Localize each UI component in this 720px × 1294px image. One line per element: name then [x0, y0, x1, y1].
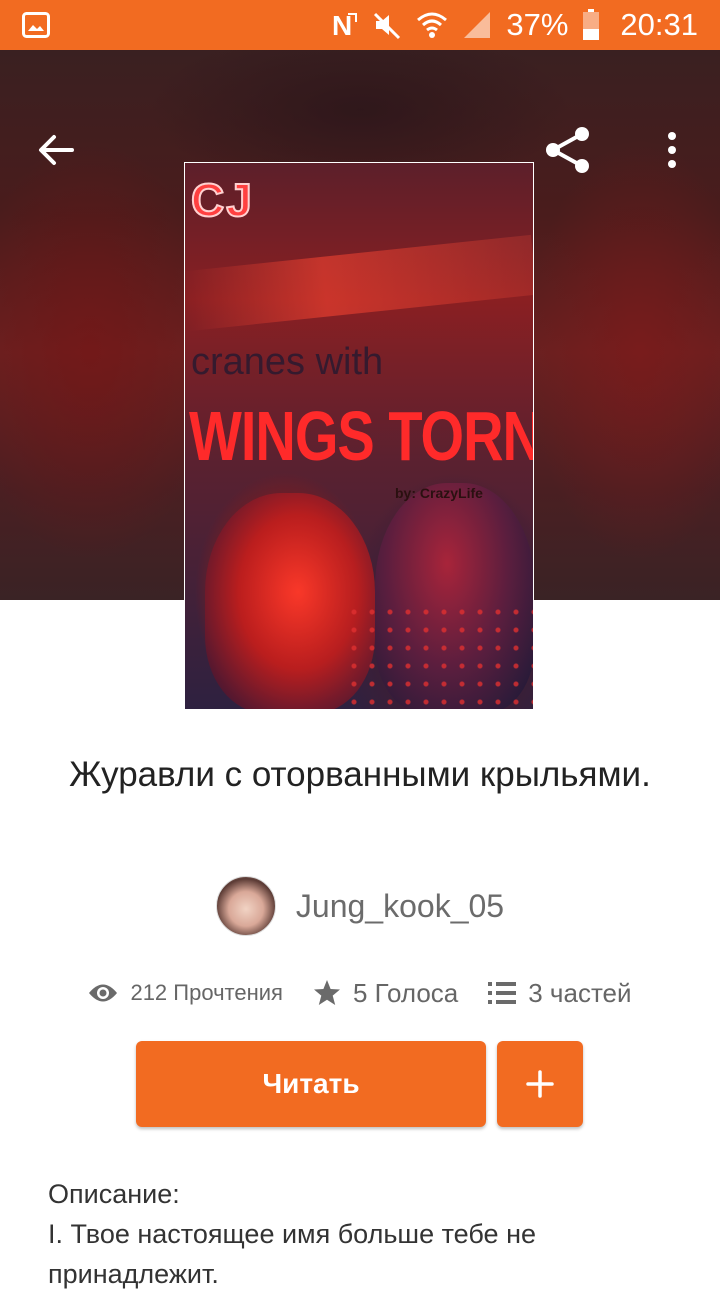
more-options-button[interactable]	[648, 126, 696, 174]
wifi-icon	[417, 12, 448, 38]
story-description: Описание: I. Твое настоящее имя больше т…	[48, 1174, 688, 1294]
eye-icon	[89, 984, 118, 1002]
list-icon	[488, 982, 517, 1004]
arrow-left-icon	[39, 135, 74, 165]
share-icon	[546, 127, 589, 173]
reads-stat: 212 Прочтения	[88, 980, 283, 1006]
star-icon	[313, 980, 340, 1005]
more-vert-icon	[668, 132, 676, 168]
description-text-line: I. Твое настоящее имя больше тебе не	[48, 1219, 536, 1249]
reads-count: 212 Прочтения	[130, 980, 283, 1005]
read-button-label: Читать	[262, 1068, 360, 1099]
plus-icon	[526, 1070, 554, 1098]
story-title: Журавли с оторванными крыльями.	[69, 755, 651, 794]
cover-byline: by: CrazyLife	[395, 485, 483, 501]
story-stats: 212 Прочтения 5 Голоса 3 частей	[0, 970, 720, 1016]
clock: 20:31	[620, 7, 698, 42]
mute-icon	[374, 12, 401, 40]
description-text-line: принадлежит.	[48, 1259, 219, 1289]
avatar[interactable]	[215, 876, 276, 936]
cover-logo-text: CJ	[190, 173, 254, 227]
add-to-library-button[interactable]	[497, 1041, 583, 1127]
signal-icon	[464, 12, 491, 38]
cover-subtitle: cranes with	[191, 341, 384, 383]
author-name[interactable]: Jung_kook_05	[296, 888, 504, 925]
nfc-icon: N	[332, 10, 358, 40]
battery-percent: 37%	[506, 7, 569, 42]
book-cover[interactable]: CJ cranes with WINGS TORN OFF by: CrazyL…	[184, 162, 534, 710]
author-row[interactable]: Jung_kook_05	[0, 876, 720, 936]
gallery-icon	[22, 12, 50, 38]
read-button[interactable]: Читать	[136, 1041, 486, 1127]
votes-count: 5 Голоса	[352, 977, 459, 1008]
parts-stat[interactable]: 3 частей	[488, 977, 632, 1009]
back-button[interactable]	[32, 126, 80, 174]
cover-title: WINGS TORN OFF	[189, 396, 534, 475]
status-bar: N 37% 20:31	[0, 0, 720, 50]
votes-stat: 5 Голоса	[313, 978, 458, 1009]
parts-count: 3 частей	[528, 977, 632, 1008]
battery-icon	[583, 9, 600, 40]
description-heading: Описание:	[48, 1179, 180, 1209]
share-button[interactable]	[544, 126, 592, 174]
